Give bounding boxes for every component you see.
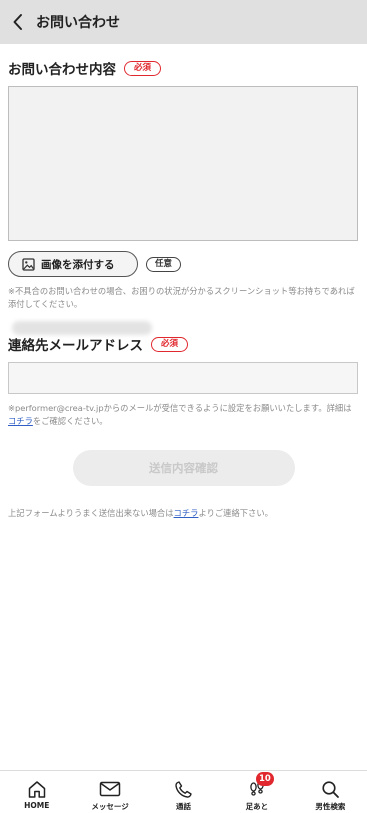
- email-note-suffix: をご確認ください。: [32, 416, 108, 426]
- nav-messages[interactable]: メッセージ: [73, 771, 146, 813]
- nav-footprints[interactable]: 10 足あと: [220, 771, 293, 813]
- email-note: ※performer@crea-tv.jpからのメールが受信できるように設定をお…: [8, 402, 359, 428]
- nav-search[interactable]: 男性検索: [294, 771, 367, 813]
- bottom-nav: HOME メッセージ 通話 10 足あと 男性検索: [0, 770, 367, 813]
- attach-button-label: 画像を添付する: [41, 258, 115, 271]
- optional-badge: 任意: [146, 256, 182, 272]
- email-field[interactable]: [8, 362, 358, 394]
- email-note-text: ※performer@crea-tv.jpからのメールが受信できるように設定をお…: [8, 403, 352, 413]
- inquiry-label-row: お問い合わせ内容 必須: [8, 59, 359, 78]
- inquiry-label: お問い合わせ内容: [8, 62, 116, 78]
- nav-footprints-label: 足あと: [245, 802, 269, 811]
- image-icon: [22, 257, 35, 271]
- inquiry-form: お問い合わせ内容 必須 画像を添付する 任意 ※不具合のお問い合わせの場合、お困…: [8, 44, 359, 520]
- email-label-row: 連絡先メールアドレス 必須: [8, 335, 359, 354]
- attach-image-button[interactable]: 画像を添付する: [8, 251, 138, 277]
- nav-home-label: HOME: [24, 801, 50, 810]
- confirm-submit-button[interactable]: 送信内容確認: [72, 450, 295, 486]
- footer-note: 上記フォームよりうまく送信出来ない場合はコチラよりご連絡下さい。: [8, 507, 359, 520]
- nav-messages-label: メッセージ: [91, 802, 129, 811]
- app-header: お問い合わせ: [0, 0, 367, 44]
- required-badge: 必須: [151, 336, 189, 352]
- nav-search-label: 男性検索: [315, 802, 346, 811]
- attach-note: ※不具合のお問い合わせの場合、お困りの状況が分かるスクリーンショット等お持ちであ…: [8, 286, 355, 309]
- email-details-link[interactable]: コチラ: [8, 416, 33, 426]
- page-title: お問い合わせ: [36, 15, 120, 31]
- email-label: 連絡先メールアドレス: [8, 338, 143, 354]
- nav-calls[interactable]: 通話: [147, 771, 220, 813]
- envelope-icon: [99, 781, 121, 797]
- footer-note-suffix: よりご連絡下さい。: [198, 508, 273, 518]
- back-button[interactable]: [2, 0, 34, 44]
- required-badge: 必須: [124, 60, 162, 76]
- nav-calls-label: 通話: [176, 802, 192, 811]
- email-value-redaction: [12, 321, 152, 335]
- phone-icon: [175, 780, 192, 798]
- contact-link[interactable]: コチラ: [174, 508, 199, 518]
- chevron-left-icon: [13, 14, 22, 30]
- home-icon: [28, 780, 45, 798]
- nav-home[interactable]: HOME: [0, 771, 73, 813]
- attach-row: 画像を添付する 任意: [8, 251, 359, 277]
- footer-note-text: 上記フォームよりうまく送信出来ない場合は: [8, 508, 174, 518]
- search-icon: [322, 780, 339, 798]
- footprint-count-badge: 10: [255, 772, 274, 786]
- inquiry-textarea[interactable]: [8, 86, 358, 241]
